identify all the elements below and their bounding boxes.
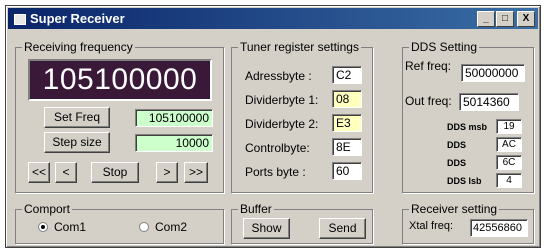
controlbyte-label: Controlbyte: [245,141,310,155]
app-icon [14,14,26,25]
dividerbyte2-label: Dividerbyte 2: [245,117,319,131]
dds-msb-label: DDS msb [447,122,488,132]
xtal-freq-label: Xtal freq: [409,220,454,232]
radio-selected-dot [41,225,45,229]
fast-forward-button[interactable]: >> [184,162,208,183]
com1-label[interactable]: Com1 [54,220,86,234]
ports-byte-label: Ports byte : [245,165,306,179]
adressbyte-label: Adressbyte : [245,69,312,83]
ref-freq-field[interactable]: 50000000 [461,64,525,82]
maximize-button[interactable]: □ [496,11,514,27]
ports-byte-field[interactable]: 60 [332,162,362,180]
dividerbyte2-field[interactable]: E3 [332,114,362,132]
com2-label[interactable]: Com2 [155,220,187,234]
receiving-frequency-legend: Receiving frequency [22,40,135,54]
show-button[interactable]: Show [243,218,290,239]
controlbyte-field[interactable]: 8E [332,138,362,156]
dividerbyte1-field[interactable]: 08 [332,90,362,108]
adressbyte-field[interactable]: C2 [332,66,362,84]
receiver-setting-legend: Receiver setting [409,202,500,216]
out-freq-field[interactable]: 5014360 [459,93,519,111]
step-back-button[interactable]: < [55,162,77,183]
super-receiver-window: Super Receiver _ □ X Receiving frequency… [5,5,541,248]
close-button[interactable]: X [517,11,535,27]
out-freq-label: Out freq: [405,94,452,108]
ref-freq-label: Ref freq: [405,59,452,73]
step-forward-button[interactable]: > [156,162,178,183]
dds-byte2-field[interactable]: AC [496,137,522,152]
dds-byte3-label: DDS [447,158,467,168]
step-size-field[interactable]: 10000 [135,134,213,152]
frequency-display: 105100000 [28,59,212,101]
minimize-button[interactable]: _ [477,11,495,27]
xtal-freq-field[interactable]: 42556860 [470,219,528,237]
com1-radio[interactable] [38,222,48,232]
stop-button[interactable]: Stop [91,162,139,183]
set-freq-button[interactable]: Set Freq [44,107,110,128]
dds-msb-field[interactable]: 19 [496,119,522,134]
dividerbyte1-label: Dividerbyte 1: [245,93,319,107]
comport-legend: Comport [22,202,73,216]
dds-setting-legend: DDS Setting [409,40,480,54]
step-size-button[interactable]: Step size [44,132,110,153]
dds-lsb-label: DDS lsb [447,176,482,186]
buffer-legend: Buffer [238,202,274,216]
set-freq-field[interactable]: 105100000 [135,109,213,127]
send-button[interactable]: Send [319,218,366,239]
dds-byte2-label: DDS [447,140,467,150]
window-title: Super Receiver [30,11,125,26]
dds-byte3-field[interactable]: 6C [496,155,522,170]
com2-radio[interactable] [139,222,149,232]
title-bar[interactable]: Super Receiver _ □ X [8,8,538,29]
tuner-register-legend: Tuner register settings [238,40,361,54]
dds-lsb-field[interactable]: 4 [496,173,522,188]
fast-back-button[interactable]: << [28,162,50,183]
